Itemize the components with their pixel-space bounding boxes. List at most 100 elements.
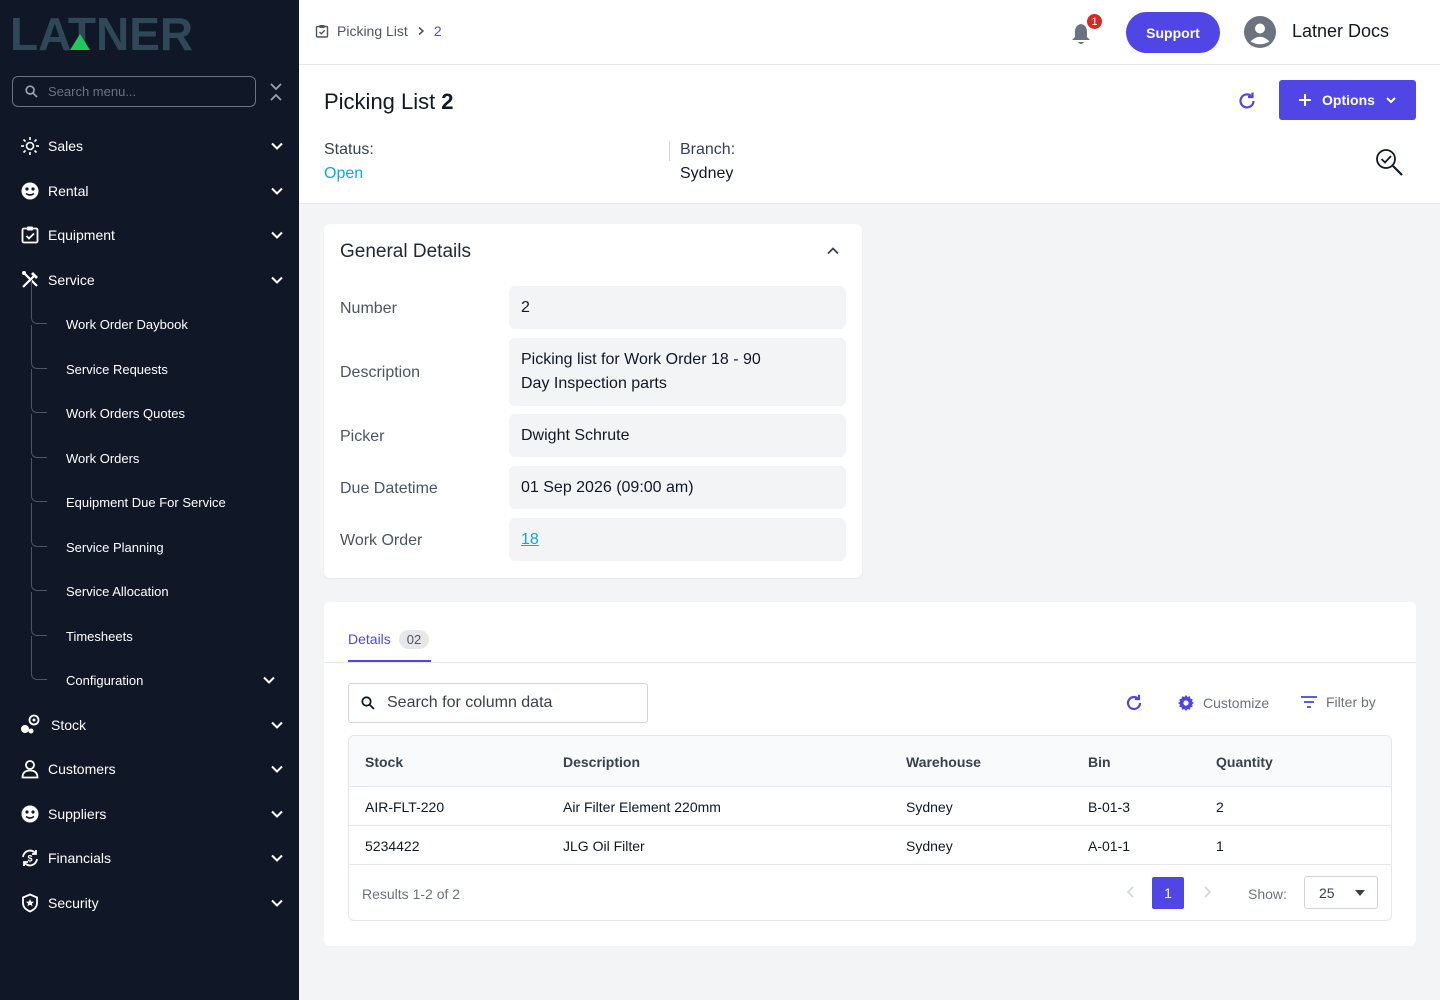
breadcrumb-parent[interactable]: Picking List [337, 23, 408, 39]
general-details-card: General Details Number 2 Description Pic… [324, 224, 862, 578]
gear-icon [1178, 695, 1194, 711]
chevron-down-icon [271, 765, 283, 773]
field-picker: Dwight Schrute [509, 414, 846, 457]
financials-icon: $ [19, 847, 41, 869]
details-card: Details 02 Search for column data Custom… [324, 602, 1416, 946]
clipboard-icon [315, 25, 329, 38]
chevron-left-icon[interactable] [1124, 884, 1138, 900]
general-details-title: General Details [340, 241, 471, 262]
column-header-description[interactable]: Description [563, 754, 640, 770]
tab-details-label: Details [348, 631, 391, 647]
sidebar-item-financials[interactable]: $ Financials [0, 836, 299, 880]
tree-connector [31, 458, 47, 502]
menu-search-input[interactable]: Search menu... [12, 76, 256, 107]
chevron-up-icon[interactable] [826, 244, 840, 258]
user-name[interactable]: Latner Docs [1292, 21, 1389, 42]
field-due-datetime: 01 Sep 2026 (09:00 am) [509, 466, 846, 509]
column-header-quantity[interactable]: Quantity [1216, 754, 1273, 770]
chevron-down-icon [263, 676, 275, 684]
refresh-icon[interactable] [1236, 90, 1258, 112]
field-description: Picking list for Work Order 18 - 90 Day … [509, 338, 846, 406]
equipment-icon [19, 224, 41, 246]
latner-logo[interactable]: LATNER [10, 10, 280, 54]
field-label-due-datetime: Due Datetime [340, 480, 438, 497]
page-title: Picking List 2 [324, 89, 454, 115]
column-search-input[interactable]: Search for column data [348, 683, 648, 723]
sidebar-item-stock[interactable]: Stock [0, 703, 299, 747]
cell-bin: B-01-3 [1088, 799, 1131, 815]
work-order-link[interactable]: 18 [521, 528, 539, 552]
tab-details-count: 02 [398, 629, 430, 649]
chevron-down-icon [271, 854, 283, 862]
tab-details[interactable]: Details 02 [348, 620, 432, 662]
sidebar-item-equipment[interactable]: Equipment [0, 213, 299, 257]
search-icon [361, 696, 375, 710]
chevron-down-icon [271, 721, 283, 729]
top-bar: Picking List 2 1 Support Latner Docs [299, 0, 1440, 65]
field-label-description: Description [340, 364, 421, 381]
chevron-down-icon [271, 187, 283, 195]
collapse-sidebar-icon[interactable] [268, 82, 284, 102]
field-label-picker: Picker [340, 428, 385, 445]
caret-down-icon [1355, 890, 1365, 896]
support-button[interactable]: Support [1126, 12, 1220, 53]
filter-by-label: Filter by [1326, 694, 1376, 710]
sidebar-item-suppliers[interactable]: Suppliers [0, 792, 299, 836]
pagination-page[interactable]: 1 [1152, 877, 1184, 909]
sidebar-item-label: Financials [48, 850, 112, 866]
cell-bin: A-01-1 [1088, 838, 1131, 854]
shield-icon [19, 892, 41, 914]
tree-connector [31, 592, 47, 636]
sidebar-item-security[interactable]: Security [0, 881, 299, 925]
table-row[interactable]: AIR-FLT-220 Air Filter Element 220mm Syd… [349, 787, 1391, 826]
chevron-down-icon [271, 142, 283, 150]
sidebar-item-customers[interactable]: Customers [0, 747, 299, 791]
customize-button[interactable]: Customize [1177, 694, 1269, 712]
avatar[interactable] [1244, 16, 1276, 48]
chevron-right-icon[interactable] [1200, 884, 1214, 900]
plus-icon [1299, 94, 1312, 106]
sidebar-subitem-label: Work Order Daybook [66, 316, 188, 332]
filter-icon [1301, 696, 1317, 708]
sidebar-subitem-label: Work Orders Quotes [66, 405, 185, 421]
sidebar-subitem-configuration[interactable]: Configuration [0, 636, 299, 702]
column-header-bin[interactable]: Bin [1088, 754, 1111, 770]
cell-stock: 5234422 [365, 838, 420, 854]
chevron-down-icon [271, 810, 283, 818]
sidebar-item-rental[interactable]: Rental [0, 169, 299, 213]
header-divider [669, 141, 670, 161]
cell-warehouse: Sydney [906, 838, 953, 854]
sidebar-subitem-label: Work Orders [66, 450, 140, 466]
cell-stock: AIR-FLT-220 [365, 799, 445, 815]
tree-connector [31, 414, 47, 458]
rental-icon [19, 180, 41, 202]
sidebar-item-label: Sales [48, 138, 84, 154]
inspect-icon[interactable] [1374, 147, 1406, 179]
search-icon [25, 85, 38, 98]
page-header: Picking List 2 Options Status: Open Branc… [299, 65, 1440, 204]
branch-label: Branch: [680, 141, 736, 158]
svg-text:LATNER: LATNER [10, 10, 193, 54]
svg-text:$: $ [27, 854, 32, 864]
breadcrumb-current: 2 [433, 23, 442, 39]
page-size-label: Show: [1248, 886, 1287, 902]
column-header-stock[interactable]: Stock [365, 754, 403, 770]
options-button[interactable]: Options [1279, 80, 1416, 120]
page-size-select[interactable]: 25 [1304, 876, 1378, 909]
field-label-work-order: Work Order [340, 532, 423, 549]
refresh-icon[interactable] [1124, 693, 1144, 713]
stock-icon [19, 714, 41, 736]
sales-icon [19, 135, 41, 157]
sidebar-subitem-label: Service Requests [66, 361, 168, 377]
filter-by-button[interactable]: Filter by [1300, 694, 1376, 710]
cell-description: Air Filter Element 220mm [563, 799, 721, 815]
sidebar-subitem-label: Service Allocation [66, 583, 169, 599]
table-row[interactable]: 5234422 JLG Oil Filter Sydney A-01-1 1 [349, 826, 1391, 865]
tree-connector [31, 280, 47, 324]
menu-search-placeholder: Search menu... [48, 84, 137, 99]
sidebar-item-sales[interactable]: Sales [0, 124, 299, 168]
sidebar-item-label: Service [48, 272, 95, 288]
sidebar-subitem-label: Equipment Due For Service [66, 494, 226, 510]
branch-value: Sydney [680, 165, 734, 182]
column-header-warehouse[interactable]: Warehouse [906, 754, 981, 770]
